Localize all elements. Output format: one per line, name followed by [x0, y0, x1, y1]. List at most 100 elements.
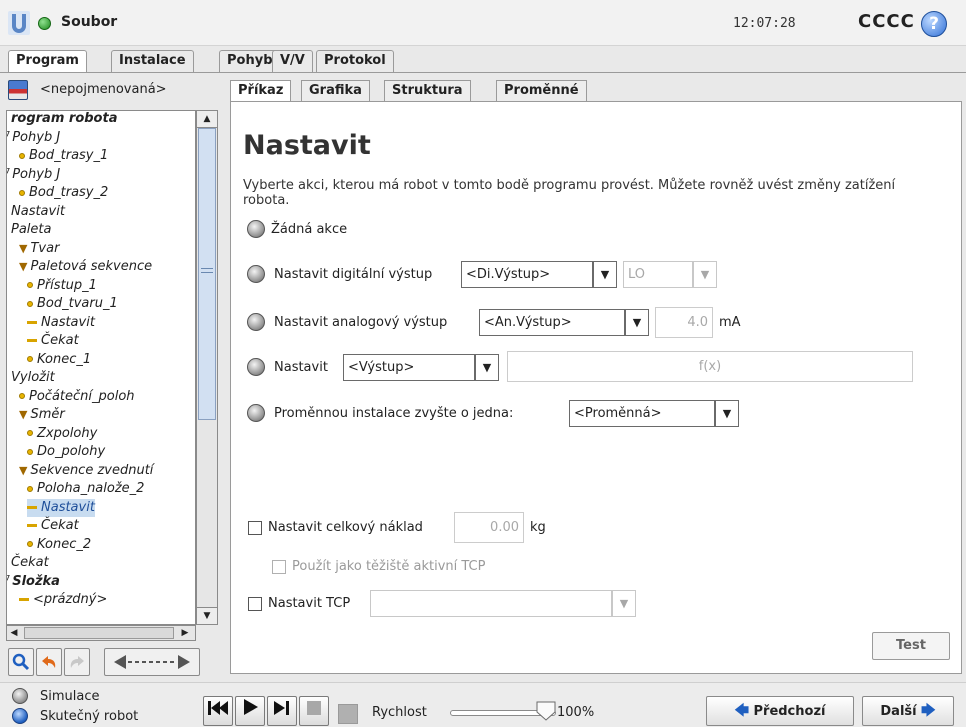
tree-item[interactable]: ⁷Pohyb J	[7, 129, 60, 147]
expression-field[interactable]: f(x)	[507, 351, 913, 382]
digital-output-select[interactable]: <Di.Výstup>	[461, 261, 593, 288]
tree-item-label: Čekat	[41, 518, 79, 533]
label-no-action: Žádná akce	[271, 222, 348, 237]
radio-set-expression[interactable]	[247, 358, 265, 376]
tab-log[interactable]: Protokol	[316, 50, 394, 72]
tree-item[interactable]: Počáteční_poloh	[19, 388, 135, 406]
chevron-down-icon[interactable]: ▼	[593, 261, 617, 288]
skip-back-icon[interactable]	[203, 696, 233, 726]
chevron-down-icon[interactable]: ▼	[715, 400, 739, 427]
tree-item[interactable]: Nastavit	[11, 203, 65, 221]
tree-item[interactable]: Čekat	[11, 554, 49, 572]
search-icon[interactable]	[8, 648, 34, 676]
radio-digital-output[interactable]	[247, 265, 265, 283]
tree-item[interactable]: <prázdný>	[19, 591, 107, 609]
radio-analog-output[interactable]	[247, 313, 265, 331]
scroll-down-icon[interactable]: ▼	[196, 607, 218, 625]
test-button[interactable]: Test	[872, 632, 950, 660]
redo-icon[interactable]	[64, 648, 90, 676]
expand-triangle-icon[interactable]: ▼	[19, 258, 27, 276]
tree-item[interactable]: Konec_2	[27, 536, 91, 554]
help-icon[interactable]: ?	[921, 11, 947, 37]
chevron-down-icon[interactable]: ▼	[475, 354, 499, 381]
tree-item[interactable]: Bod_tvaru_1	[27, 295, 118, 313]
collapse-icon[interactable]: ⁷	[7, 574, 10, 589]
payload-checkbox[interactable]	[248, 521, 262, 535]
installation-variable-select[interactable]: <Proměnná>	[569, 400, 715, 427]
expand-triangle-icon[interactable]: ▼	[19, 406, 27, 424]
radio-real-robot[interactable]	[12, 708, 28, 724]
radio-increment-variable[interactable]	[247, 404, 265, 422]
command-icon	[27, 524, 37, 527]
tree-item[interactable]: Nastavit	[27, 314, 95, 332]
play-icon[interactable]	[235, 696, 265, 726]
scroll-left-icon[interactable]: ◀	[7, 626, 21, 640]
expand-triangle-icon[interactable]: ▼	[19, 240, 27, 258]
tree-item[interactable]: Bod_trasy_2	[19, 184, 108, 202]
tree-item[interactable]: Do_polohy	[27, 443, 105, 461]
tree-item-label: Bod_tvaru_1	[37, 296, 118, 311]
tree-item[interactable]: Vyložit	[11, 369, 55, 387]
analog-value-field[interactable]: 4.0	[655, 307, 713, 338]
chevron-down-icon[interactable]: ▼	[625, 309, 649, 336]
tree-item[interactable]: Poloha_nalože_2	[27, 480, 144, 498]
subtab-command[interactable]: Příkaz	[230, 80, 292, 102]
tree-item[interactable]: ⁷Složka	[7, 573, 60, 591]
tree-item[interactable]: Paleta	[11, 221, 51, 239]
chevron-down-icon[interactable]: ▼	[693, 261, 717, 288]
tree-item[interactable]: Bod_trasy_1	[19, 147, 108, 165]
tree-item[interactable]: Čekat	[27, 517, 79, 535]
tab-installation[interactable]: Instalace	[111, 50, 194, 72]
tree-item[interactable]: rogram robota	[11, 111, 117, 128]
tree-item[interactable]: ▼ Paletová sekvence	[19, 258, 152, 276]
speed-slider-handle[interactable]	[535, 700, 557, 722]
tcp-checkbox[interactable]	[248, 597, 262, 611]
step-icon[interactable]	[267, 696, 297, 726]
subtab-structure[interactable]: Struktura	[384, 80, 471, 101]
waypoint-icon	[27, 485, 33, 492]
save-icon[interactable]	[8, 80, 28, 100]
tree-item[interactable]: ▼ Tvar	[19, 240, 59, 258]
tree-item[interactable]: Konec_1	[27, 351, 91, 369]
stop-icon[interactable]	[299, 696, 329, 726]
tab-program[interactable]: Program	[8, 50, 87, 73]
grip-icon	[201, 268, 213, 273]
tree-item-label: Paletová sekvence	[30, 259, 153, 274]
scroll-right-icon[interactable]: ▶	[178, 626, 192, 640]
radio-no-action[interactable]	[247, 220, 265, 238]
tcp-select[interactable]	[370, 590, 612, 617]
radio-simulation[interactable]	[12, 688, 28, 704]
previous-button[interactable]: 🡄 Předchozí	[706, 696, 854, 726]
collapse-icon[interactable]: ⁷	[7, 167, 10, 182]
expression-output-select[interactable]: <Výstup>	[343, 354, 475, 381]
file-menu[interactable]: Soubor	[61, 14, 117, 30]
waypoint-icon	[27, 282, 33, 288]
stop-square-icon	[338, 704, 358, 724]
digital-value-select[interactable]: LO	[623, 261, 693, 288]
tree-hscroll-thumb[interactable]	[24, 627, 174, 639]
analog-output-select[interactable]: <An.Výstup>	[479, 309, 625, 336]
chevron-down-icon[interactable]: ▼	[612, 590, 636, 617]
program-tree[interactable]: rogram robota⁷Pohyb JBod_trasy_1⁷Pohyb J…	[6, 110, 196, 625]
subtab-graphics[interactable]: Grafika	[301, 80, 370, 101]
tree-item[interactable]: ▼ Směr	[19, 406, 65, 424]
tree-item[interactable]: ⁷Pohyb J	[7, 166, 60, 184]
tree-item[interactable]: ▼ Sekvence zvednutí	[19, 462, 153, 480]
expand-triangle-icon[interactable]: ▼	[19, 462, 27, 480]
tree-scroll-thumb[interactable]	[198, 128, 216, 420]
tree-item[interactable]: Čekat	[27, 332, 79, 350]
next-button[interactable]: Další 🡆	[862, 696, 954, 726]
tab-io[interactable]: V/V	[272, 50, 313, 72]
scroll-up-icon[interactable]: ▲	[196, 110, 218, 128]
undo-icon[interactable]	[36, 648, 62, 676]
subtab-variables[interactable]: Proměnné	[496, 80, 587, 101]
universal-robots-logo	[8, 11, 30, 35]
collapse-icon[interactable]: ⁷	[7, 130, 10, 145]
tree-item[interactable]: Zxpolohy	[27, 425, 97, 443]
move-node-icon[interactable]	[104, 648, 200, 676]
tree-item[interactable]: Nastavit	[27, 498, 95, 517]
tree-item[interactable]: Přístup_1	[27, 277, 97, 295]
payload-field[interactable]: 0.00	[454, 512, 524, 543]
label-cog: Použít jako těžiště aktivní TCP	[292, 559, 486, 574]
cog-checkbox[interactable]	[272, 560, 286, 574]
